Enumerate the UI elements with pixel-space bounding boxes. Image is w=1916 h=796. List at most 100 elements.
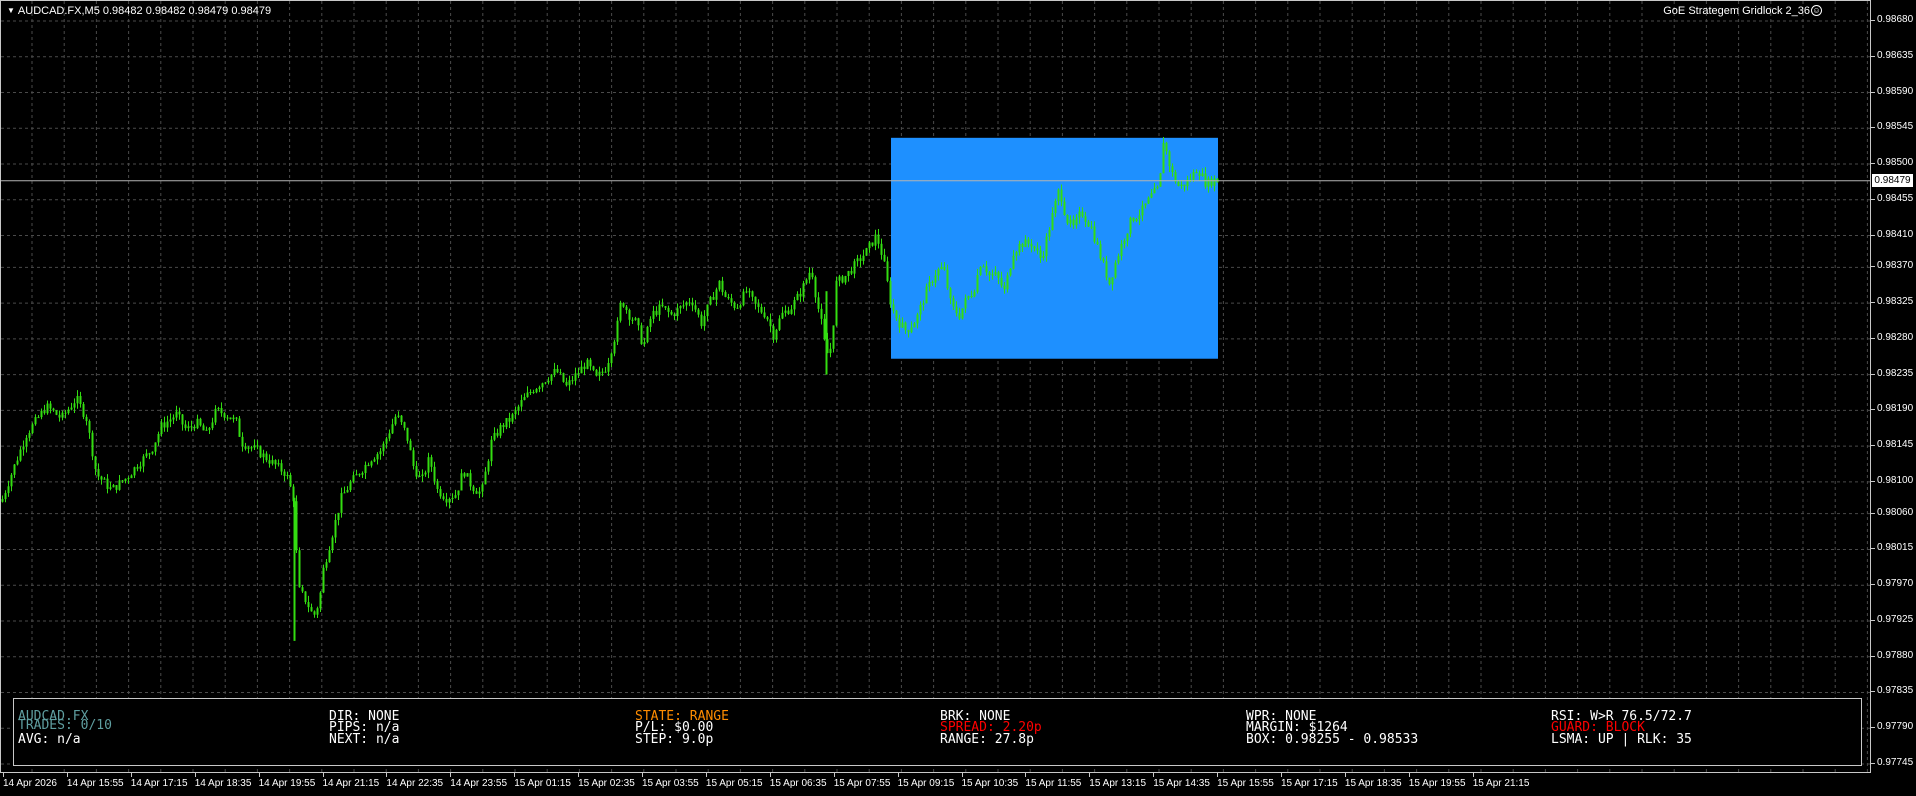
candle-body bbox=[1024, 239, 1027, 248]
time-label: 15 Apr 14:35 bbox=[1153, 778, 1210, 789]
candle-body bbox=[976, 275, 979, 292]
candle-body bbox=[121, 480, 124, 482]
candle-body bbox=[106, 478, 109, 489]
candle-body bbox=[1027, 239, 1030, 244]
time-tick bbox=[1344, 773, 1346, 777]
candle-body bbox=[142, 456, 145, 467]
candle-body bbox=[1153, 188, 1156, 194]
time-label: 15 Apr 01:15 bbox=[514, 778, 571, 789]
time-label: 15 Apr 07:55 bbox=[833, 778, 891, 789]
dropdown-triangle-icon[interactable]: ▼ bbox=[7, 6, 15, 15]
candle-body bbox=[667, 307, 670, 312]
candle-body bbox=[16, 460, 19, 465]
price-chart[interactable] bbox=[1, 1, 1871, 773]
candle-body bbox=[544, 382, 547, 384]
candle-body bbox=[883, 254, 886, 262]
candle-body bbox=[838, 276, 841, 281]
candle-body bbox=[241, 436, 244, 447]
price-label: 0.98190 bbox=[1877, 403, 1914, 415]
candle-body bbox=[364, 464, 367, 474]
candle-body bbox=[514, 410, 517, 415]
candle-body bbox=[952, 298, 955, 307]
price-tick bbox=[1871, 234, 1875, 236]
candle-body bbox=[937, 268, 940, 276]
candle-body bbox=[577, 373, 580, 375]
symbol-ohlc-text: AUDCAD.FX,M5 0.98482 0.98482 0.98479 0.9… bbox=[17, 5, 272, 17]
candle-body bbox=[607, 363, 610, 372]
candle-body bbox=[43, 410, 46, 414]
expert-advisor-name[interactable]: GoE Strategem Gridlock 2_36 bbox=[1663, 5, 1810, 17]
candle-body bbox=[889, 280, 892, 305]
candle-body bbox=[403, 422, 406, 428]
chart-area[interactable]: ▼ AUDCAD.FX,M5 0.98482 0.98482 0.98479 0.… bbox=[0, 0, 1871, 773]
candle-body bbox=[406, 427, 409, 441]
candle-body bbox=[925, 286, 928, 304]
time-tick bbox=[514, 773, 516, 777]
time-label: 15 Apr 17:15 bbox=[1281, 778, 1338, 789]
candle-body bbox=[166, 421, 169, 428]
candle-body bbox=[67, 409, 70, 414]
candle-body bbox=[1171, 166, 1174, 173]
candle-body bbox=[352, 475, 355, 483]
time-tick bbox=[705, 773, 707, 777]
candle-body bbox=[13, 464, 16, 475]
price-label: 0.98590 bbox=[1877, 85, 1914, 97]
candle-body bbox=[46, 403, 49, 414]
price-tick bbox=[1871, 763, 1875, 764]
candle-body bbox=[682, 305, 685, 307]
candle-body bbox=[481, 484, 484, 492]
candle-body bbox=[835, 280, 838, 326]
candle-body bbox=[391, 424, 394, 434]
candle-body bbox=[598, 371, 601, 376]
candle-body bbox=[931, 281, 934, 283]
candle-body bbox=[448, 499, 451, 503]
price-tick bbox=[1871, 655, 1875, 657]
candle-body bbox=[1156, 186, 1159, 189]
candle-body bbox=[205, 429, 208, 431]
candle-body bbox=[880, 243, 883, 255]
price-label: 0.98635 bbox=[1877, 49, 1914, 61]
price-label: 0.98545 bbox=[1877, 121, 1914, 133]
price-label: 0.97745 bbox=[1877, 757, 1914, 768]
candle-body bbox=[553, 368, 556, 375]
candle-body bbox=[1129, 217, 1132, 234]
bid-price-label: 0.98479 bbox=[1872, 173, 1913, 187]
candle-body bbox=[313, 611, 316, 615]
candle-body bbox=[964, 298, 967, 309]
candle-body bbox=[985, 266, 988, 273]
price-tick bbox=[1871, 409, 1875, 411]
price-label: 0.98455 bbox=[1877, 192, 1914, 204]
candle-body bbox=[76, 395, 79, 404]
price-label: 0.98680 bbox=[1877, 14, 1914, 25]
candle-body bbox=[196, 418, 199, 429]
candle-body bbox=[631, 319, 634, 321]
candle-body bbox=[1213, 178, 1216, 186]
candle-body bbox=[103, 478, 106, 480]
candle-body bbox=[745, 291, 748, 293]
candle-body bbox=[742, 291, 745, 306]
candle-body bbox=[1117, 256, 1120, 263]
candle-body bbox=[811, 272, 814, 278]
candle-body bbox=[817, 297, 820, 309]
time-tick bbox=[1153, 773, 1155, 777]
candle-body bbox=[649, 318, 652, 327]
price-label: 0.98500 bbox=[1877, 157, 1914, 169]
candle-body bbox=[118, 480, 121, 490]
candle-body bbox=[781, 312, 784, 319]
price-axis[interactable]: 0.98680 0.98635 0.98590 0.98545 0.98500 0.984… bbox=[1871, 0, 1916, 773]
candle-body bbox=[214, 408, 217, 423]
smiley-icon[interactable]: ☺ bbox=[1811, 5, 1822, 16]
candle-body bbox=[541, 383, 544, 388]
candle-body bbox=[247, 447, 250, 449]
price-label: 0.97790 bbox=[1877, 721, 1914, 733]
candle-body bbox=[91, 432, 94, 457]
candle-body bbox=[82, 404, 85, 417]
time-tick bbox=[1281, 773, 1282, 777]
candle-body bbox=[505, 418, 508, 428]
candle-body bbox=[475, 491, 478, 494]
candle-body bbox=[1033, 246, 1036, 249]
candle-body bbox=[616, 320, 619, 342]
candle-body bbox=[427, 457, 430, 473]
time-axis[interactable]: 14 Apr 2026 14 Apr 15:55 14 Apr 17:15 14 Ap… bbox=[0, 773, 1871, 796]
candle-body bbox=[517, 406, 520, 411]
